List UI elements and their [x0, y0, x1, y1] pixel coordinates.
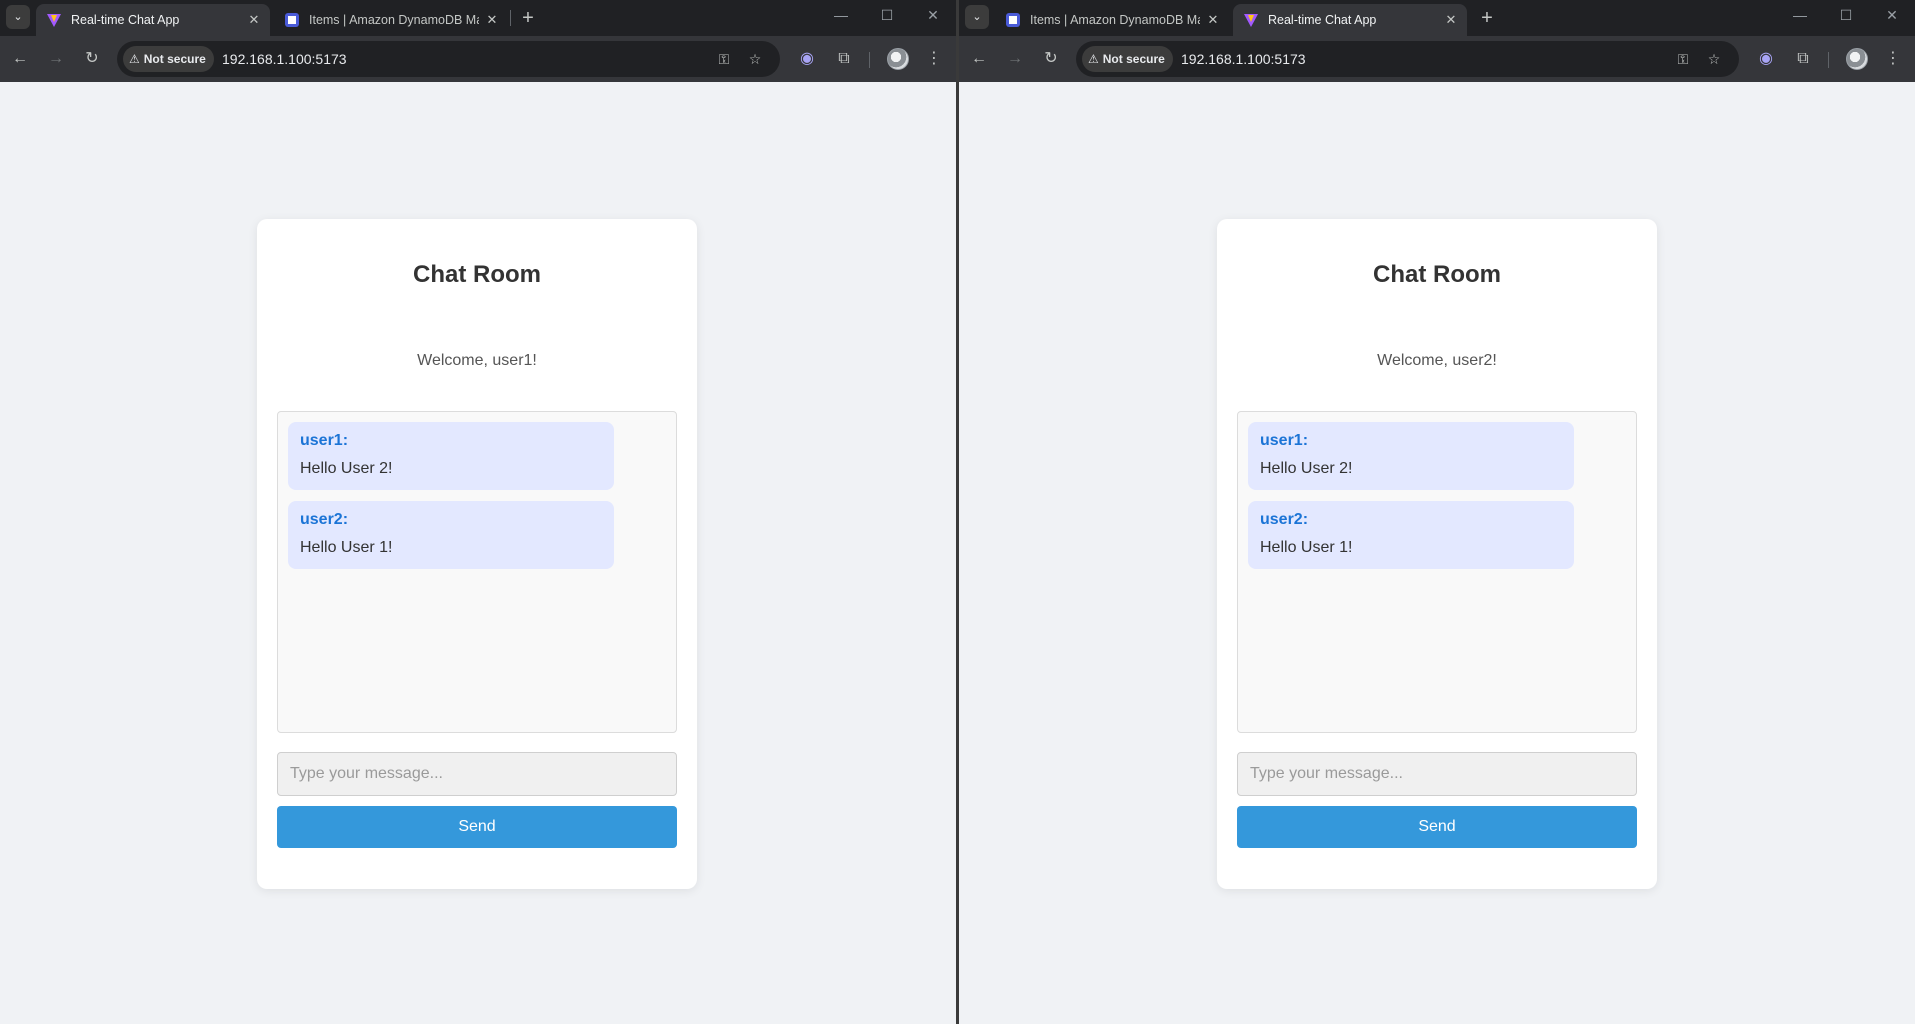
warning-triangle-icon: ⚠: [129, 52, 140, 66]
message-item: user1: Hello User 2!: [1248, 422, 1574, 490]
message-username: user1:: [1260, 432, 1309, 449]
message-text: Hello User 1!: [1260, 539, 1353, 556]
welcome-text: Welcome, user2!: [1377, 352, 1497, 369]
puzzle-extensions-icon[interactable]: ⧉: [1789, 45, 1817, 73]
kebab-menu-icon[interactable]: ⋮: [920, 45, 948, 73]
security-chip[interactable]: ⚠ Not secure: [123, 46, 214, 72]
key-icon[interactable]: ⚿: [713, 48, 735, 70]
maximize-icon[interactable]: ☐: [864, 0, 910, 30]
message-username: user1:: [300, 432, 349, 449]
message-item: user1: Hello User 2!: [288, 422, 614, 490]
message-username: user2:: [1260, 511, 1309, 528]
tab-title: Items | Amazon DynamoDB Ma: [1030, 13, 1200, 27]
message-text: Hello User 1!: [300, 539, 393, 556]
security-label: Not secure: [1102, 52, 1165, 66]
security-chip[interactable]: ⚠ Not secure: [1082, 46, 1173, 72]
warning-triangle-icon: ⚠: [1088, 52, 1099, 66]
chat-card: Chat Room Welcome, user1! user1: Hello U…: [257, 219, 697, 889]
minimize-icon[interactable]: —: [1777, 0, 1823, 30]
message-input[interactable]: [277, 752, 677, 796]
tab-dynamodb[interactable]: Items | Amazon DynamoDB Ma ✕: [274, 4, 508, 36]
page-title: Chat Room: [413, 261, 541, 288]
dynamodb-favicon-icon: [284, 12, 300, 28]
back-arrow-icon[interactable]: ←: [6, 45, 34, 73]
toolbar-separator: [1828, 52, 1829, 68]
tab-separator: [510, 10, 511, 26]
profile-avatar-icon[interactable]: [887, 48, 909, 70]
message-input[interactable]: [1237, 752, 1637, 796]
vite-favicon-icon: [1243, 12, 1259, 28]
puzzle-extensions-icon[interactable]: ⧉: [830, 45, 858, 73]
close-icon[interactable]: ✕: [484, 12, 500, 28]
message-item: user2: Hello User 1!: [1248, 501, 1574, 569]
tab-strip: ⌄ Real-time Chat App ✕ Items | Amazon Dy…: [0, 0, 956, 36]
forward-arrow-icon[interactable]: →: [1001, 45, 1029, 73]
brain-extension-icon[interactable]: ◉: [1752, 45, 1780, 73]
new-tab-icon[interactable]: +: [514, 4, 542, 32]
minimize-icon[interactable]: —: [818, 0, 864, 30]
close-icon[interactable]: ✕: [246, 12, 262, 28]
window-close-icon[interactable]: ✕: [1869, 0, 1915, 30]
tab-title: Items | Amazon DynamoDB Ma: [309, 13, 479, 27]
browser-window-user2: ⌄ Items | Amazon DynamoDB Ma ✕ Real-time…: [959, 0, 1915, 1024]
vite-favicon-icon: [46, 12, 62, 28]
forward-arrow-icon[interactable]: →: [42, 45, 70, 73]
brain-extension-icon[interactable]: ◉: [793, 45, 821, 73]
message-item: user2: Hello User 1!: [288, 501, 614, 569]
dynamodb-favicon-icon: [1005, 12, 1021, 28]
message-text: Hello User 2!: [300, 460, 393, 477]
message-username: user2:: [300, 511, 349, 528]
star-icon[interactable]: ☆: [744, 48, 766, 70]
message-text: Hello User 2!: [1260, 460, 1353, 477]
window-close-icon[interactable]: ✕: [910, 0, 956, 30]
tab-title: Real-time Chat App: [1268, 13, 1377, 27]
url-text[interactable]: 192.168.1.100:5173: [222, 51, 347, 67]
browser-window-user1: ⌄ Real-time Chat App ✕ Items | Amazon Dy…: [0, 0, 956, 1024]
profile-avatar-icon[interactable]: [1846, 48, 1868, 70]
tab-dynamodb[interactable]: Items | Amazon DynamoDB Ma ✕: [995, 4, 1229, 36]
send-button[interactable]: Send: [1237, 806, 1637, 848]
message-list[interactable]: user1: Hello User 2! user2: Hello User 1…: [277, 411, 677, 733]
welcome-text: Welcome, user1!: [417, 352, 537, 369]
address-bar[interactable]: ⚠ Not secure 192.168.1.100:5173 ⚿ ☆: [117, 41, 780, 77]
address-bar[interactable]: ⚠ Not secure 192.168.1.100:5173 ⚿ ☆: [1076, 41, 1739, 77]
close-icon[interactable]: ✕: [1443, 12, 1459, 28]
browser-toolbar: ← → ↻ ⚠ Not secure 192.168.1.100:5173 ⚿ …: [0, 36, 956, 82]
security-label: Not secure: [143, 52, 206, 66]
chat-card: Chat Room Welcome, user2! user1: Hello U…: [1217, 219, 1657, 889]
back-arrow-icon[interactable]: ←: [965, 45, 993, 73]
kebab-menu-icon[interactable]: ⋮: [1879, 45, 1907, 73]
toolbar-separator: [869, 52, 870, 68]
key-icon[interactable]: ⚿: [1672, 48, 1694, 70]
page-title: Chat Room: [1373, 261, 1501, 288]
reload-icon[interactable]: ↻: [1037, 45, 1065, 73]
browser-toolbar: ← → ↻ ⚠ Not secure 192.168.1.100:5173 ⚿ …: [959, 36, 1915, 82]
tab-chat-app[interactable]: Real-time Chat App ✕: [1233, 4, 1467, 36]
reload-icon[interactable]: ↻: [78, 45, 106, 73]
tab-strip: ⌄ Items | Amazon DynamoDB Ma ✕ Real-time…: [959, 0, 1915, 36]
chevron-down-icon[interactable]: ⌄: [965, 5, 989, 29]
message-list[interactable]: user1: Hello User 2! user2: Hello User 1…: [1237, 411, 1637, 733]
close-icon[interactable]: ✕: [1205, 12, 1221, 28]
send-button[interactable]: Send: [277, 806, 677, 848]
new-tab-icon[interactable]: +: [1473, 4, 1501, 32]
maximize-icon[interactable]: ☐: [1823, 0, 1869, 30]
star-icon[interactable]: ☆: [1703, 48, 1725, 70]
tab-chat-app[interactable]: Real-time Chat App ✕: [36, 4, 270, 36]
chevron-down-icon[interactable]: ⌄: [6, 5, 30, 29]
tab-title: Real-time Chat App: [71, 13, 180, 27]
url-text[interactable]: 192.168.1.100:5173: [1181, 51, 1306, 67]
